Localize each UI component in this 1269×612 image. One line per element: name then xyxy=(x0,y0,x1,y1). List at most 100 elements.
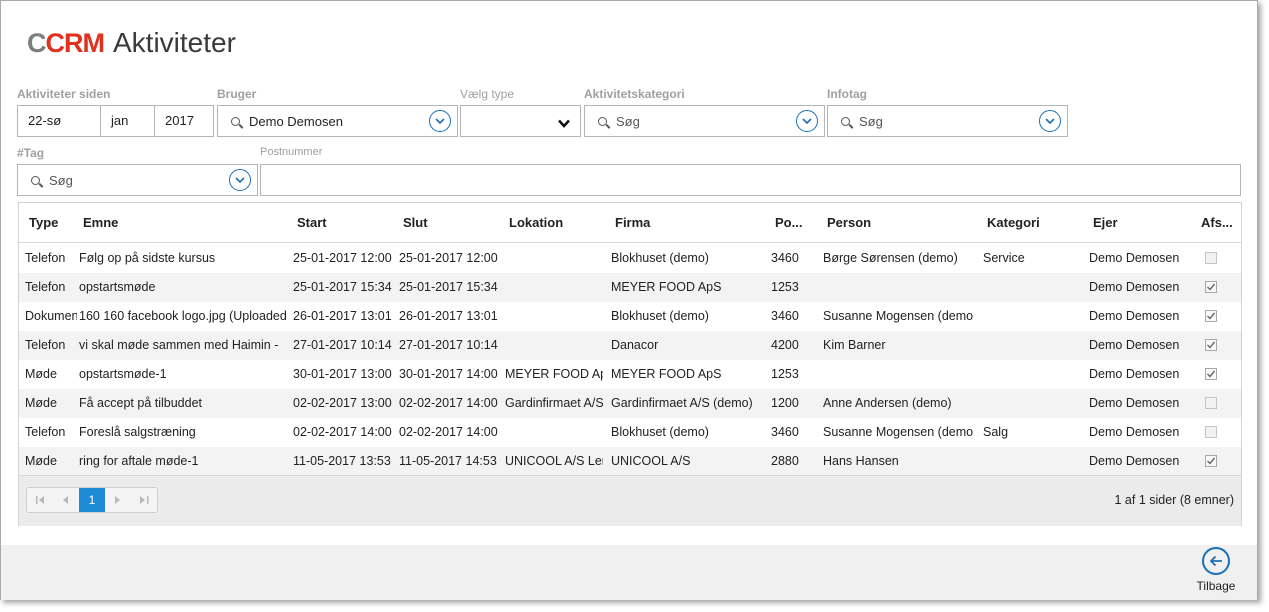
column-header[interactable]: Person xyxy=(827,203,979,243)
person-cell: Anne Andersen (demo) xyxy=(823,396,952,410)
column-header[interactable]: Type xyxy=(29,203,79,243)
done-checkbox[interactable] xyxy=(1205,455,1217,467)
chevron-down-icon[interactable] xyxy=(1039,110,1061,132)
chevron-down-icon[interactable] xyxy=(796,110,818,132)
column-header[interactable]: Kategori xyxy=(987,203,1085,243)
subject-cell: opstartsmøde xyxy=(79,280,156,294)
company-cell: UNICOOL A/S xyxy=(611,454,691,468)
done-checkbox[interactable] xyxy=(1205,252,1217,264)
type-cell: Møde xyxy=(25,454,57,468)
person-cell: Susanne Mogensen (demo xyxy=(823,309,974,323)
user-label: Bruger xyxy=(217,87,257,101)
subject-cell: 160 160 facebook logo.jpg (Uploaded xyxy=(79,309,287,323)
page-button-current[interactable]: 1 xyxy=(79,488,105,512)
category-cell xyxy=(983,273,1083,302)
owner-cell: Demo Demosen xyxy=(1089,309,1180,323)
done-checkbox[interactable] xyxy=(1205,339,1217,351)
prev-page-button[interactable] xyxy=(53,488,79,512)
done-checkbox[interactable] xyxy=(1205,281,1217,293)
owner-cell: Demo Demosen xyxy=(1089,280,1180,294)
type-cell: Møde xyxy=(25,367,57,381)
column-header[interactable]: Lokation xyxy=(509,203,605,243)
search-icon xyxy=(231,116,240,126)
table-row[interactable]: Møde Få accept på tilbuddet 02-02-2017 13:… xyxy=(19,389,1241,418)
location-cell: UNICOOL A/S Lem xyxy=(505,454,603,468)
infotag-lookup[interactable]: Søg xyxy=(827,105,1068,137)
grid-footer: 1 1 af 1 sider (8 emner) xyxy=(19,475,1241,526)
search-icon xyxy=(31,175,40,185)
person-cell: Hans Hansen xyxy=(823,454,899,468)
done-checkbox[interactable] xyxy=(1205,368,1217,380)
subject-cell: ring for aftale møde-1 xyxy=(79,454,199,468)
type-label: Vælg type xyxy=(460,87,515,101)
start-cell: 27-01-2017 10:14 xyxy=(293,338,392,352)
ccrm-logo: CCRM xyxy=(27,27,105,58)
next-page-button[interactable] xyxy=(105,488,131,512)
location-cell: MEYER FOOD ApS xyxy=(505,367,603,381)
table-row[interactable]: Møde opstartsmøde-1 30-01-2017 13:00 30-01-… xyxy=(19,360,1241,389)
chevron-down-icon[interactable] xyxy=(429,110,451,132)
subject-cell: opstartsmøde-1 xyxy=(79,367,167,381)
column-header[interactable]: Firma xyxy=(615,203,767,243)
category-lookup[interactable]: Søg xyxy=(584,105,825,137)
column-header[interactable]: Slut xyxy=(403,203,503,243)
postal-cell: 2880 xyxy=(771,454,799,468)
table-row[interactable]: Telefon opstartsmøde 25-01-2017 15:34 25-01… xyxy=(19,273,1241,302)
column-header[interactable]: Emne xyxy=(83,203,289,243)
person-cell xyxy=(823,273,977,302)
category-cell xyxy=(983,389,1083,418)
last-page-button[interactable] xyxy=(131,488,157,512)
company-cell: MEYER FOOD ApS xyxy=(611,280,722,294)
table-row[interactable]: Dokumen 160 160 facebook logo.jpg (Upload… xyxy=(19,302,1241,331)
column-header[interactable]: Po... xyxy=(775,203,819,243)
type-cell: Telefon xyxy=(25,338,66,352)
table-row[interactable]: Telefon Foreslå salgstræning 02-02-2017 14… xyxy=(19,418,1241,447)
category-cell: Service xyxy=(983,251,1025,265)
category-placeholder: Søg xyxy=(616,113,640,129)
grid-header: Type Emne Start Slut Lokation Firma Po... Perso… xyxy=(19,203,1241,243)
postal-cell: 3460 xyxy=(771,425,799,439)
company-cell: Danacor xyxy=(611,338,659,352)
column-header[interactable]: Start xyxy=(297,203,397,243)
start-cell: 30-01-2017 13:00 xyxy=(293,367,392,381)
date-month-field[interactable]: jan xyxy=(100,106,154,136)
user-lookup[interactable]: Demo Demosen xyxy=(217,105,458,137)
table-row[interactable]: Telefon vi skal møde sammen med Haimin - 2… xyxy=(19,331,1241,360)
back-button[interactable]: Tilbage xyxy=(1193,547,1239,597)
first-page-button[interactable] xyxy=(27,488,53,512)
table-row[interactable]: Møde ring for aftale møde-1 11-05-2017 13:… xyxy=(19,447,1241,476)
postal-label: Postnummer xyxy=(260,146,323,158)
infotag-placeholder: Søg xyxy=(859,113,883,129)
date-year-field[interactable]: 2017 xyxy=(154,106,213,136)
company-cell: Blokhuset (demo) xyxy=(611,309,709,323)
type-dropdown[interactable] xyxy=(460,105,581,137)
postal-cell: 3460 xyxy=(771,251,799,265)
postal-cell: 1253 xyxy=(771,280,799,294)
type-cell: Telefon xyxy=(25,251,66,265)
chevron-down-icon[interactable] xyxy=(229,169,251,191)
done-checkbox[interactable] xyxy=(1205,397,1217,409)
done-checkbox[interactable] xyxy=(1205,310,1217,322)
owner-cell: Demo Demosen xyxy=(1089,367,1180,381)
postal-value xyxy=(261,165,271,195)
back-label: Tilbage xyxy=(1196,579,1236,593)
end-cell: 30-01-2017 14:00 xyxy=(399,367,498,381)
done-checkbox[interactable] xyxy=(1205,426,1217,438)
type-cell: Møde xyxy=(25,396,57,410)
search-icon xyxy=(841,116,850,126)
column-header[interactable]: Afs... xyxy=(1201,203,1237,243)
tag-lookup[interactable]: Søg xyxy=(17,164,258,196)
column-header[interactable]: Ejer xyxy=(1093,203,1193,243)
company-cell: Blokhuset (demo) xyxy=(611,251,709,265)
pager-info: 1 af 1 sider (8 emner) xyxy=(1114,493,1235,507)
chevron-down-icon xyxy=(558,115,570,133)
postal-input[interactable] xyxy=(260,164,1241,196)
table-row[interactable]: Telefon Følg op på sidste kursus 25-01-201… xyxy=(19,244,1241,273)
subject-cell: Følg op på sidste kursus xyxy=(79,251,216,265)
owner-cell: Demo Demosen xyxy=(1089,251,1180,265)
category-cell xyxy=(983,331,1083,360)
location-cell xyxy=(505,302,603,331)
postal-cell: 1200 xyxy=(771,396,799,410)
date-day-field[interactable]: 22-sø xyxy=(18,106,100,136)
tag-label: #Tag xyxy=(17,146,45,160)
